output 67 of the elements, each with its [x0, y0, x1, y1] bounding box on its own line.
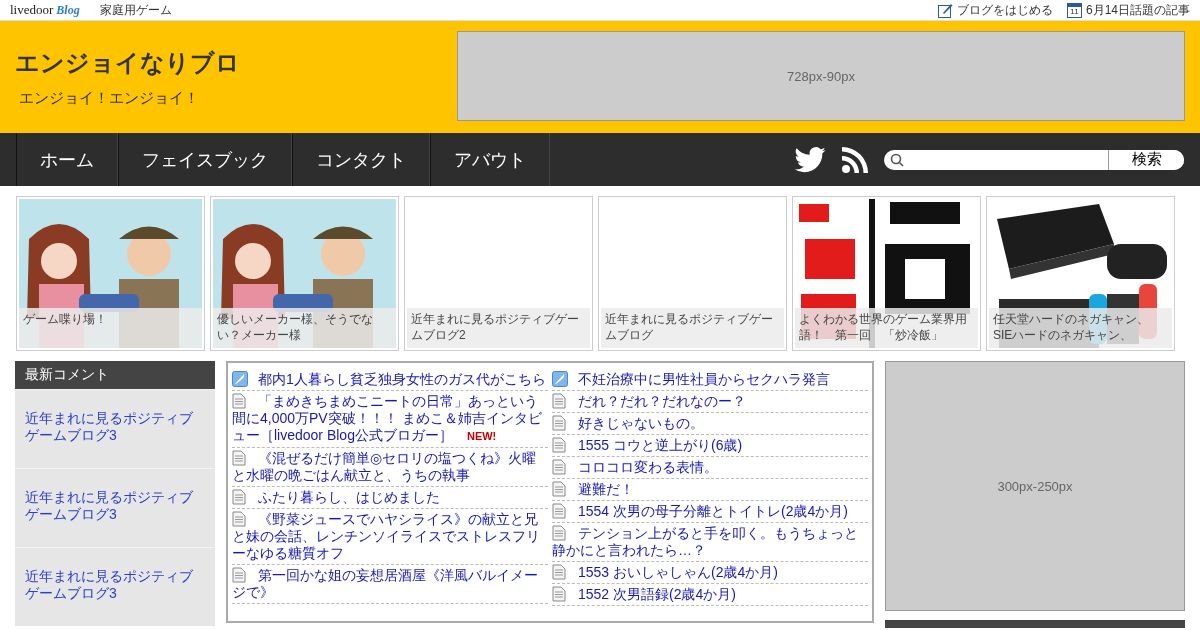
bird-icon[interactable]	[794, 146, 826, 173]
article-link[interactable]: 不妊治療中に男性社員からセクハラ発言	[552, 371, 868, 388]
article-link[interactable]: コロコロ変わる表情。	[552, 459, 868, 476]
document-icon	[552, 415, 566, 431]
article-link[interactable]: 1552 次男語録(2歳4か月)	[552, 586, 868, 603]
quill-icon	[552, 371, 568, 387]
document-icon	[552, 525, 566, 541]
document-icon	[552, 564, 566, 580]
pencil-icon	[937, 2, 953, 18]
thumbnail-caption[interactable]: 近年まれに見るポジティブゲームブログ2	[407, 308, 590, 348]
document-icon	[552, 481, 566, 497]
thumbnail-caption[interactable]: 優しいメーカー様、そうでない？メーカー様	[213, 308, 396, 348]
document-icon	[552, 393, 566, 409]
article-link[interactable]: 1555 コウと逆上がり(6歳)	[552, 437, 868, 454]
document-icon	[552, 459, 566, 475]
article-link[interactable]: 1553 おいしゃしゃん(2歳4か月)	[552, 564, 868, 581]
article-link[interactable]: ふたり暮らし、はじめました	[232, 489, 548, 506]
top-link[interactable]: ブログをはじめる	[937, 1, 1053, 19]
document-icon	[232, 450, 246, 466]
article-link[interactable]: 都内1人暮らし貧乏独身女性のガス代がこちら	[232, 371, 548, 388]
comment-link[interactable]: 近年まれに見るポジティブゲームブログ3	[15, 389, 215, 468]
article-link[interactable]: 避難だ！	[552, 481, 868, 498]
article-thumbnail[interactable]: 優しいメーカー様、そうでない？メーカー様	[210, 196, 399, 351]
thumbnail-caption[interactable]: 任天堂ハードのネガキャン、SIEハードのネガキャン、	[989, 308, 1172, 348]
article-link[interactable]: 好きじゃないもの。	[552, 415, 868, 432]
nav-item[interactable]: フェイスブック	[118, 133, 292, 186]
document-icon	[552, 503, 566, 519]
category-label: 家庭用ゲーム	[99, 1, 172, 19]
top-link[interactable]: 11 6月14日話題の記事	[1066, 1, 1190, 19]
ad-size-label: 728px-90px	[787, 68, 855, 84]
comment-link[interactable]: 近年まれに見るポジティブゲームブログ3	[15, 468, 215, 547]
brand-logo[interactable]: livedoor Blog	[10, 2, 80, 18]
search-field[interactable]: 検索	[884, 149, 1184, 170]
search-icon	[890, 152, 904, 167]
document-icon	[232, 567, 246, 583]
search-button[interactable]: 検索	[1108, 149, 1184, 170]
article-link[interactable]: テンション上がると手を叩く。もうちょっと静かにと言われたら…？	[552, 525, 868, 559]
article-thumbnail[interactable]: 近年まれに見るポジティブゲームブログ2	[404, 196, 593, 351]
thumbnail-caption[interactable]: 近年まれに見るポジティブゲームブログ	[601, 308, 784, 348]
comment-link[interactable]: 近年まれに見るポジティブゲームブログ3	[15, 547, 215, 626]
article-link[interactable]: 「まめきちまめこニートの日常」あっという間に4,000万PV突破！！！ まめこ＆姉吉インタビュー［livedoor Blog公式ブロガー］ NEW!	[232, 393, 548, 445]
thumbnail-caption[interactable]: よくわかる世界のゲーム業界用語！ 第一回 「炒冷飯」	[795, 308, 978, 348]
article-link[interactable]: 《野菜ジュースでハヤシライス》の献立と兄と妹の会話、レンチンソイライスでストレスフリーなゆる糖質オフ	[232, 511, 548, 562]
thumbnail-caption[interactable]: ゲーム喋り場！	[19, 308, 202, 348]
document-icon	[232, 511, 246, 527]
article-thumbnail[interactable]: 任天堂ハードのネガキャン、SIEハードのネガキャン、	[986, 196, 1175, 351]
article-thumbnail[interactable]: よくわかる世界のゲーム業界用語！ 第一回 「炒冷飯」	[792, 196, 981, 351]
document-icon	[552, 586, 566, 602]
calendar-icon: 11	[1066, 2, 1082, 18]
article-link[interactable]: 《混ぜるだけ簡単◎セロリの塩つくね》火曜と水曜の晩ごはん献立と、うちの執事	[232, 450, 548, 484]
article-link[interactable]: 第一回かな姐の妄想居酒屋《洋風バルイメージで》	[232, 567, 548, 601]
sidebar-heading: 最新コメント	[15, 361, 215, 389]
nav-item[interactable]: アバウト	[430, 133, 550, 186]
document-icon	[552, 437, 566, 453]
document-icon	[232, 489, 246, 505]
nav-item[interactable]: ホーム	[16, 133, 118, 186]
nav-item[interactable]: コンタクト	[292, 133, 430, 186]
article-thumbnail[interactable]: ゲーム喋り場！	[16, 196, 205, 351]
article-link[interactable]: だれ？だれ？だれなのー？	[552, 393, 868, 410]
blog-title[interactable]: エンジョイなりブロ	[15, 47, 455, 79]
ad-size-label: 300px-250px	[997, 478, 1073, 494]
document-icon	[232, 393, 246, 409]
blog-subtitle: エンジョイ！エンジョイ！	[19, 89, 200, 108]
article-thumbnail[interactable]: 近年まれに見るポジティブゲームブログ	[598, 196, 787, 351]
quill-icon	[232, 371, 248, 387]
rss-icon[interactable]	[842, 146, 868, 173]
article-link[interactable]: 1554 次男の母子分離とトイトレ(2歳4か月)	[552, 503, 868, 520]
